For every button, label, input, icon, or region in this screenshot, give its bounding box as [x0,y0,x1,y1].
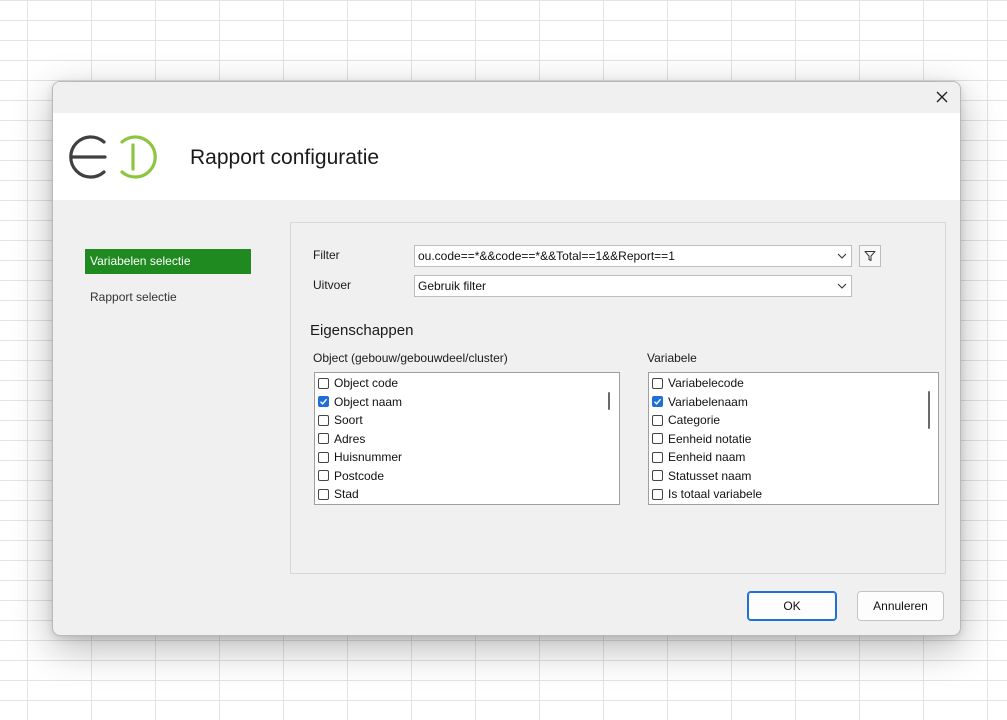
filter-value: ou.code==*&&code==*&&Total==1&&Report==1 [418,249,675,263]
checkbox[interactable] [652,488,663,500]
list-item-label: Statusset naam [668,468,752,483]
checkbox[interactable] [318,396,329,408]
list-item-label: Huisnummer [334,450,403,465]
filter-label: Filter [313,248,340,262]
list-item-label: Object naam [334,394,403,409]
object-list-scrollbar[interactable] [608,392,610,410]
nav-item-variabelen-selectie[interactable]: Variabelen selectie [85,249,251,274]
uitvoer-label: Uitvoer [313,278,352,292]
content-panel: Filter ou.code==*&&code==*&&Total==1&&Re… [290,222,946,574]
filter-combobox[interactable]: ou.code==*&&code==*&&Total==1&&Report==1 [414,245,852,267]
uitvoer-combobox[interactable]: Gebruik filter [414,275,852,297]
checkbox[interactable] [652,433,663,445]
list-item-label: Postcode [334,468,385,483]
list-item-label: Variabelecode [668,376,744,391]
filter-button[interactable] [859,245,881,267]
eigenschappen-heading: Eigenschappen [310,322,414,339]
checkbox[interactable] [318,377,329,389]
title-bar [53,82,960,113]
checkbox[interactable] [652,414,663,426]
funnel-icon [864,251,876,261]
checkmark-icon [320,398,328,406]
checkbox[interactable] [318,488,329,500]
checkbox[interactable] [652,451,663,463]
list-item[interactable]: Huisnummer [315,448,619,467]
list-item[interactable]: Is totaal variabele [649,485,938,504]
ok-button[interactable]: OK [747,591,837,621]
rapport-configuratie-dialog: Rapport configuratie Variabelen selectie… [52,81,961,636]
list-item-label: Categorie [668,413,721,428]
cancel-button[interactable]: Annuleren [857,591,944,621]
close-button[interactable] [930,85,954,109]
close-icon [936,91,948,103]
list-item-label: Variabelenaam [668,394,748,409]
list-item-label: Eenheid notatie [668,431,752,446]
checkmark-icon [654,398,662,406]
object-list-label: Object (gebouw/gebouwdeel/cluster) [313,351,508,365]
object-listbox[interactable]: Object code Object naam Soort Adres Huis… [314,372,620,505]
variabele-listbox[interactable]: Variabelecode Variabelenaam Categorie Ee… [648,372,939,505]
header-band: Rapport configuratie [53,113,960,200]
uitvoer-value: Gebruik filter [418,279,487,293]
company-logo [69,135,157,179]
list-item[interactable]: Variabelecode [649,374,938,393]
list-item[interactable]: Soort [315,411,619,430]
list-item-label: Stad [334,487,359,502]
list-item[interactable]: Stad [315,485,619,504]
list-item-label: Soort [334,413,363,428]
chevron-down-icon [837,246,847,266]
list-item-label: Object code [334,376,399,391]
dialog-title: Rapport configuratie [190,146,380,169]
list-item[interactable]: Variabelenaam [649,393,938,412]
checkbox[interactable] [652,470,663,482]
list-item[interactable]: Statusset naam [649,467,938,486]
checkbox[interactable] [652,396,663,408]
variabele-list-scrollbar[interactable] [928,391,930,429]
list-item-label: Adres [334,431,366,446]
nav-item-rapport-selectie[interactable]: Rapport selectie [85,285,251,310]
list-item[interactable]: Object code [315,374,619,393]
checkbox[interactable] [318,470,329,482]
checkbox[interactable] [318,414,329,426]
list-item[interactable]: Eenheid naam [649,448,938,467]
variabele-list-label: Variabele [647,351,697,365]
list-item[interactable]: Categorie [649,411,938,430]
list-item[interactable]: Adres [315,430,619,449]
checkbox[interactable] [318,451,329,463]
chevron-down-icon [837,276,847,296]
list-item[interactable]: Postcode [315,467,619,486]
checkbox[interactable] [652,377,663,389]
list-item[interactable]: Eenheid notatie [649,430,938,449]
list-item-label: Is totaal variabele [668,487,763,502]
checkbox[interactable] [318,433,329,445]
list-item[interactable]: Object naam [315,393,619,412]
list-item-label: Eenheid naam [668,450,746,465]
